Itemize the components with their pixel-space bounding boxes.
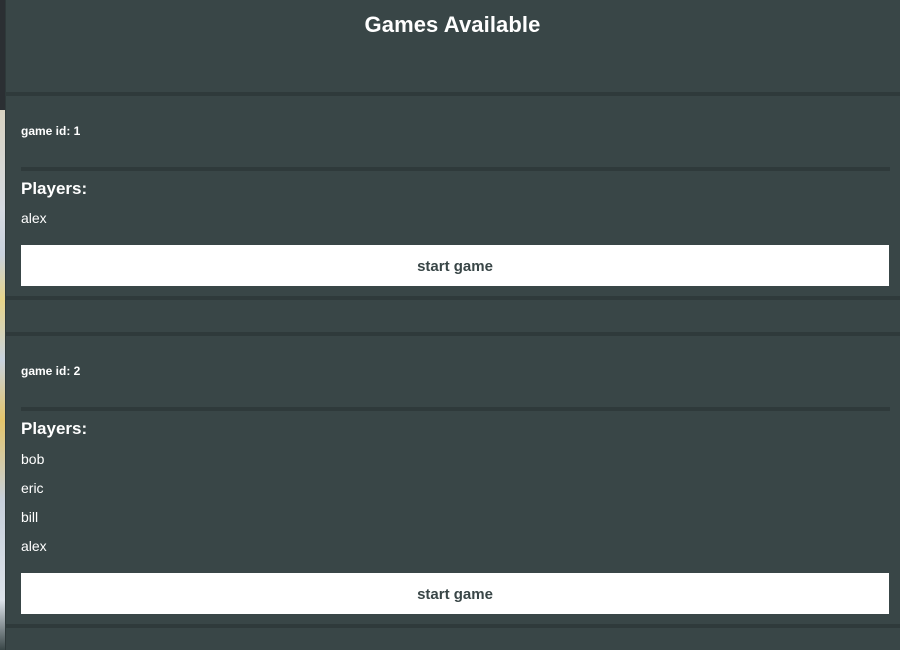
- page-title: Games Available: [364, 12, 541, 37]
- players-heading: Players:: [21, 419, 88, 438]
- start-game-button[interactable]: start game: [21, 245, 889, 286]
- game-id-label: game id: 2: [21, 364, 81, 378]
- game-card-2: game id: 2 Players: bob eric bill alex s…: [5, 336, 900, 624]
- start-game-button[interactable]: start game: [21, 573, 889, 614]
- panel-header: Games Available: [5, 0, 900, 92]
- game-id-label: game id: 1: [21, 124, 81, 138]
- card-separator: [5, 624, 900, 628]
- player-name: alex: [21, 538, 47, 554]
- game-card-1: game id: 1 Players: alex start game: [5, 96, 900, 296]
- card-gap: [5, 300, 900, 332]
- players-heading: Players:: [21, 179, 88, 198]
- player-name: eric: [21, 480, 44, 496]
- player-name: bill: [21, 509, 39, 525]
- player-name: alex: [21, 210, 47, 226]
- games-panel: Games Available game id: 1 Players: alex…: [5, 0, 900, 650]
- card-divider: [21, 167, 890, 171]
- card-divider: [21, 407, 890, 411]
- player-name: bob: [21, 451, 45, 467]
